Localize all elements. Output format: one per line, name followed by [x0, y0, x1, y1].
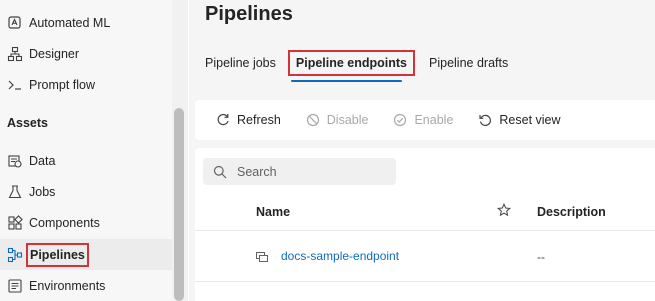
left-nav-sidebar: Automated ML Designer Prompt flow Assets… — [0, 0, 188, 301]
nav-item-prompt-flow[interactable]: Prompt flow — [0, 69, 172, 100]
endpoints-list-panel: Name Description docs-sample-endpoint -- — [195, 148, 655, 301]
row-divider — [195, 281, 655, 282]
data-icon — [7, 153, 23, 169]
tab-pipeline-jobs[interactable]: Pipeline jobs — [205, 56, 276, 70]
nav-item-jobs[interactable]: Jobs — [0, 176, 172, 207]
nav-label: Automated ML — [29, 15, 111, 30]
nav-label: Prompt flow — [29, 77, 95, 92]
refresh-button[interactable]: Refresh — [215, 112, 281, 128]
search-input[interactable] — [237, 164, 387, 179]
nav-item-environments[interactable]: Environments — [0, 270, 172, 301]
environments-icon — [7, 278, 23, 294]
nav-item-components[interactable]: Components — [0, 207, 172, 238]
tab-list: Pipeline jobs Pipeline endpoints Pipelin… — [205, 48, 526, 78]
reset-view-button[interactable]: Reset view — [477, 112, 561, 128]
search-box[interactable] — [203, 158, 396, 185]
reset-icon — [477, 112, 493, 128]
command-toolbar: Refresh Disable Enable Reset view — [195, 100, 655, 140]
page-title: Pipelines — [205, 3, 293, 25]
designer-icon — [7, 46, 23, 62]
sidebar-scrollbar-thumb[interactable] — [174, 108, 184, 301]
disable-icon — [305, 112, 321, 128]
nav-label: Pipelines — [26, 242, 89, 267]
main-content: Pipelines Pipeline jobs Pipeline endpoin… — [189, 0, 655, 301]
automated-ml-icon — [7, 15, 23, 31]
tab-pipeline-drafts[interactable]: Pipeline drafts — [429, 56, 508, 70]
nav-item-pipelines[interactable]: Pipelines — [0, 239, 172, 270]
nav-label: Components — [29, 215, 100, 230]
nav-label: Data — [29, 153, 56, 168]
nav-item-designer[interactable]: Designer — [0, 38, 172, 69]
endpoint-icon — [255, 250, 269, 262]
disable-label: Disable — [326, 113, 369, 127]
pipelines-icon — [7, 247, 23, 263]
nav-label: Designer — [29, 46, 80, 61]
prompt-flow-icon — [7, 77, 23, 93]
enable-label: Enable — [414, 113, 454, 127]
nav-item-automated-ml[interactable]: Automated ML — [0, 7, 172, 38]
section-title-assets: Assets — [7, 116, 48, 130]
active-tab-underline — [291, 80, 402, 82]
column-header-name[interactable]: Name — [256, 205, 290, 219]
table-row[interactable]: docs-sample-endpoint -- — [195, 231, 655, 281]
jobs-flask-icon — [7, 184, 23, 200]
disable-button[interactable]: Disable — [305, 112, 369, 128]
enable-check-icon — [392, 112, 408, 128]
reset-view-label: Reset view — [499, 113, 561, 127]
nav-item-data[interactable]: Data — [0, 145, 172, 176]
enable-button[interactable]: Enable — [392, 112, 453, 128]
column-header-description[interactable]: Description — [537, 205, 606, 219]
refresh-label: Refresh — [237, 113, 281, 127]
search-icon — [213, 165, 227, 179]
refresh-icon — [215, 112, 231, 128]
endpoint-description: -- — [537, 250, 545, 264]
favorite-star-icon[interactable] — [496, 202, 512, 217]
nav-label: Jobs — [29, 184, 56, 199]
endpoint-name-link[interactable]: docs-sample-endpoint — [281, 249, 399, 263]
components-icon — [7, 214, 23, 231]
nav-label: Environments — [29, 278, 106, 293]
tab-pipeline-endpoints[interactable]: Pipeline endpoints — [287, 50, 416, 76]
